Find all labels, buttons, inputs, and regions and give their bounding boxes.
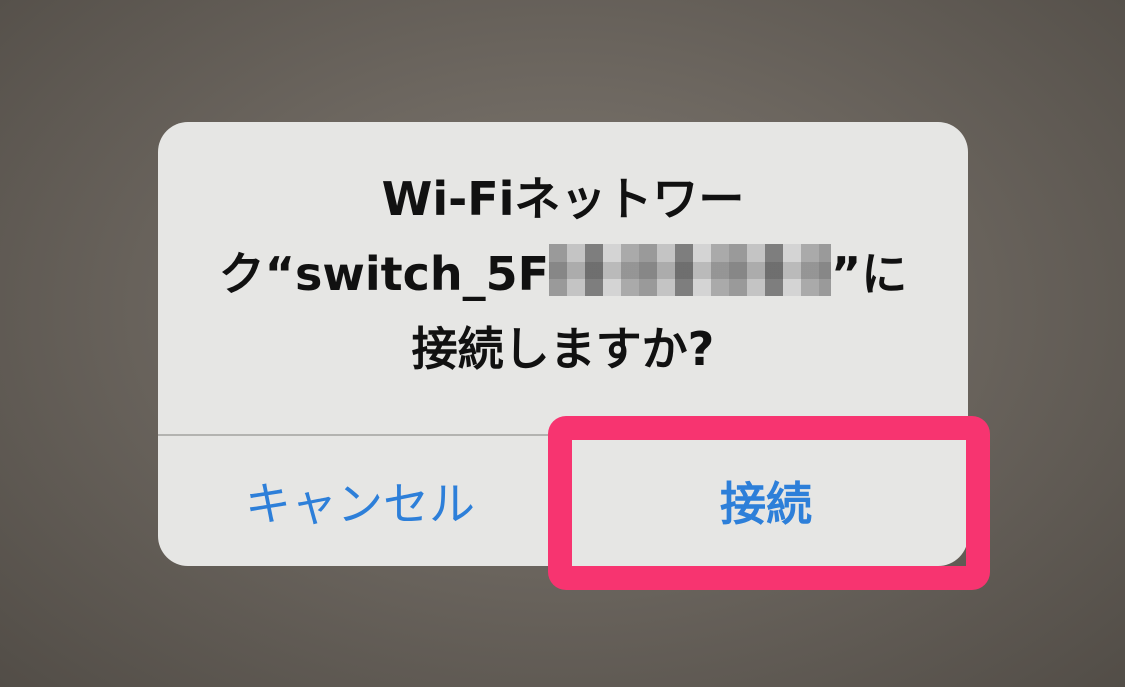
cancel-button[interactable]: キャンセル [158, 436, 562, 566]
connect-button[interactable]: 接続 [564, 436, 968, 566]
message-line-1: Wi-Fiネットワー [381, 172, 745, 226]
redacted-network-name [549, 244, 832, 296]
network-name-suffix: ”に [831, 247, 908, 301]
alert-message: Wi-Fiネットワー ク“switch_5F ”に 接続しますか? [158, 162, 968, 387]
wifi-connect-alert: Wi-Fiネットワー ク“switch_5F ”に 接続しますか? キャンセル 接… [158, 122, 968, 566]
message-line-2: ク“switch_5F ”に [158, 237, 968, 312]
network-name-prefix: ク“switch_5F [218, 247, 550, 301]
message-line-3: 接続しますか? [411, 322, 715, 376]
